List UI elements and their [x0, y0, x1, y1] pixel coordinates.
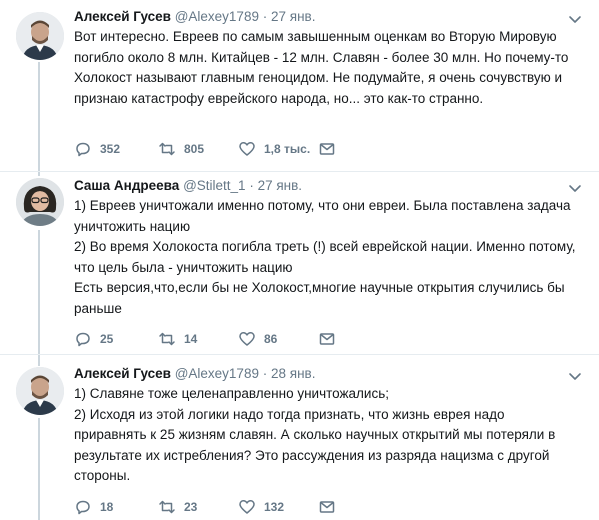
retweet-count: 14 [184, 332, 198, 346]
reply-icon [76, 142, 90, 157]
like-button[interactable]: 86 [238, 330, 318, 348]
like-count: 132 [264, 500, 285, 514]
like-button[interactable]: 1,8 тыс. [238, 140, 318, 158]
avatar-photo [16, 12, 64, 60]
envelope-icon [319, 333, 335, 345]
reply-button[interactable]: 25 [74, 330, 158, 348]
chevron-down-icon[interactable] [567, 368, 583, 384]
avatar-photo [16, 367, 64, 415]
tweet-actions: 352 805 1,8 тыс. [74, 139, 344, 159]
reply-count: 18 [100, 500, 114, 514]
envelope-icon [319, 143, 335, 155]
heart-icon [239, 500, 255, 514]
author-name[interactable]: Алексей Гусев [74, 9, 171, 24]
avatar[interactable] [16, 178, 64, 226]
author-handle[interactable]: @Alexey1789 [175, 366, 259, 381]
author-name[interactable]: Алексей Гусев [74, 366, 171, 381]
retweet-icon [159, 332, 175, 346]
tweet[interactable]: Саша Андреева @Stilett_1 · 27 янв. 1) Ев… [0, 172, 599, 355]
avatar[interactable] [16, 12, 64, 60]
retweet-count: 23 [184, 500, 198, 514]
retweet-button[interactable]: 14 [158, 330, 238, 348]
message-button[interactable] [318, 330, 344, 348]
tweet-text: 1) Славяне тоже целенаправленно уничтожа… [74, 386, 556, 483]
heart-icon [239, 142, 255, 156]
avatar[interactable] [16, 367, 64, 415]
like-count: 1,8 тыс. [264, 142, 311, 156]
reply-button[interactable]: 18 [74, 498, 158, 516]
reply-count: 352 [100, 142, 121, 156]
tweet-header: Саша Андреева @Stilett_1 · 27 янв. [74, 177, 302, 195]
author-handle[interactable]: @Stilett_1 [183, 178, 245, 193]
like-button[interactable]: 132 [238, 498, 318, 516]
tweet[interactable]: Алексей Гусев @Alexey1789 · 28 янв. 1) С… [0, 355, 599, 520]
tweet-time[interactable]: 27 янв. [271, 9, 315, 24]
separator-dot: · [262, 366, 268, 381]
tweet-actions: 18 23 132 [74, 497, 344, 517]
reply-button[interactable]: 352 [74, 140, 158, 158]
retweet-button[interactable]: 805 [158, 140, 238, 158]
tweet-header: Алексей Гусев @Alexey1789 · 28 янв. [74, 365, 315, 383]
tweet-time[interactable]: 27 янв. [258, 178, 302, 193]
tweet-text: 1) Евреев уничтожали именно потому, что … [74, 198, 576, 316]
author-handle[interactable]: @Alexey1789 [175, 9, 259, 24]
chevron-down-icon[interactable] [567, 180, 583, 196]
retweet-button[interactable]: 23 [158, 498, 238, 516]
author-name[interactable]: Саша Андреева [74, 178, 179, 193]
retweet-icon [159, 142, 175, 156]
heart-icon [239, 332, 255, 346]
tweet-header: Алексей Гусев @Alexey1789 · 27 янв. [74, 8, 315, 26]
reply-icon [76, 332, 90, 347]
tweet-actions: 25 14 86 [74, 329, 344, 349]
retweet-icon [159, 500, 175, 514]
tweet-text: Вот интересно. Евреев по самым завышенны… [74, 29, 573, 106]
like-count: 86 [264, 332, 278, 346]
message-button[interactable] [318, 140, 344, 158]
envelope-icon [319, 501, 335, 513]
reply-count: 25 [100, 332, 114, 346]
tweet[interactable]: Алексей Гусев @Alexey1789 · 27 янв. Вот … [0, 0, 599, 172]
chevron-down-icon[interactable] [567, 11, 583, 27]
retweet-count: 805 [184, 142, 205, 156]
tweet-time[interactable]: 28 янв. [271, 366, 315, 381]
separator-dot: · [249, 178, 254, 193]
message-button[interactable] [318, 498, 344, 516]
separator-dot: · [262, 9, 268, 24]
reply-icon [76, 500, 90, 515]
avatar-photo [16, 178, 64, 226]
